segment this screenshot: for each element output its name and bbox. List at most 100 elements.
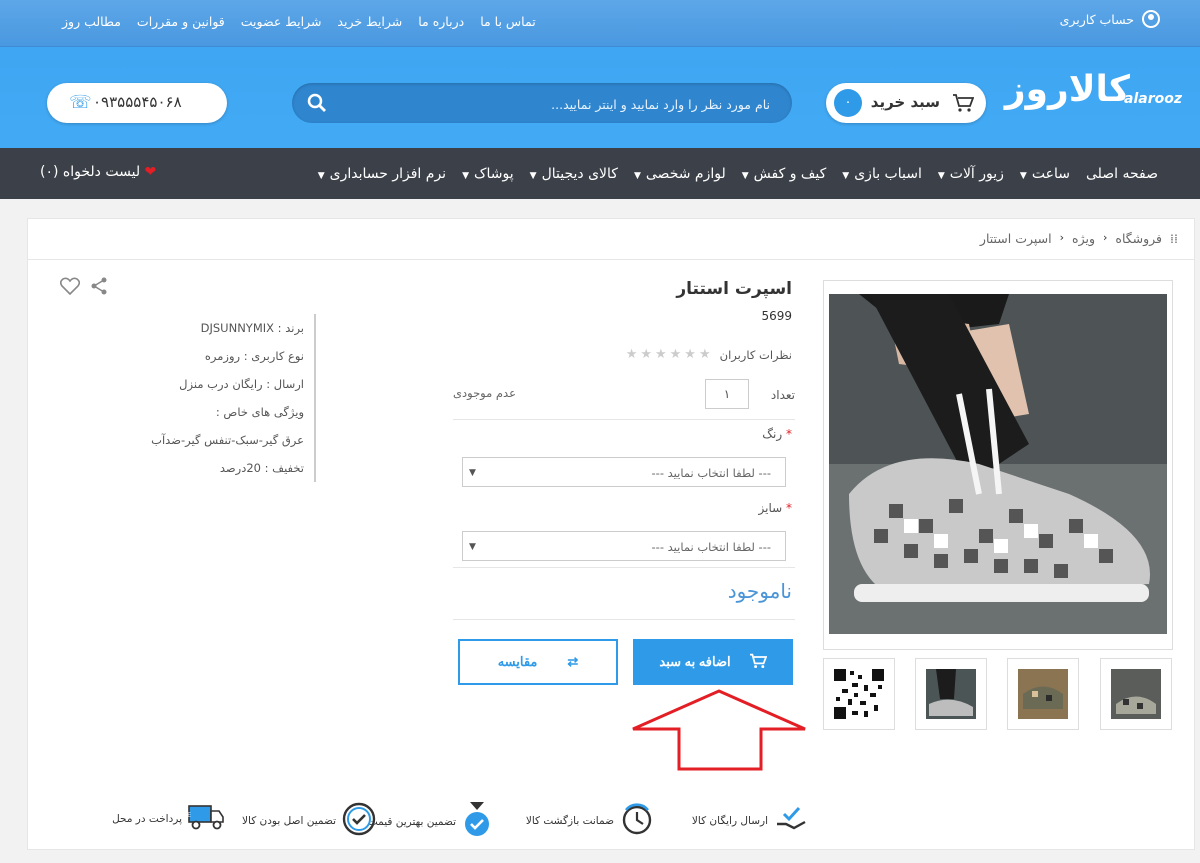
svg-text:FREE: FREE [188, 812, 191, 819]
chevron-down-icon: ▼ [1019, 170, 1027, 181]
account-label: حساب کاربری [1059, 11, 1134, 27]
rating-stars[interactable]: ★★★★★★ [626, 347, 714, 362]
color-select[interactable]: --- لطفا انتخاب نمایید --- ▼ [462, 457, 786, 487]
top-link-about[interactable]: درباره ما [418, 14, 464, 29]
guarantees-strip: ارسال رایگان کالا ضمانت بازگشت کالا تضمی… [28, 794, 1194, 844]
size-label: * سایز [758, 501, 793, 515]
breadcrumb-shop[interactable]: فروشگاه [1115, 231, 1162, 246]
color-label: * رنگ [762, 427, 792, 441]
availability-status: ناموجود [727, 579, 792, 603]
thumbnail-3[interactable] [915, 658, 987, 730]
swap-icon: ⇄ [567, 654, 579, 669]
add-to-cart-button[interactable]: اضافه به سبد [633, 639, 793, 685]
spec-features-label: ویژگی های خاص : [215, 405, 304, 419]
account-link[interactable]: حساب کاربری [1060, 10, 1160, 28]
share-actions [59, 277, 108, 299]
guarantee-best-price: تضمین بهترین قیمت [368, 802, 492, 841]
top-bar: تماس با ما درباره ما شرایط خرید شرایط عض… [0, 0, 1200, 47]
cart-button[interactable]: ۰ سبد خرید [826, 83, 986, 123]
spec-discount: تخفیف : 20درصد [219, 461, 304, 475]
truck-icon: FREE [176, 802, 224, 835]
chevron-down-icon: ▼ [317, 170, 325, 181]
quantity-row: تعداد ۱ عدم موجودی [453, 379, 795, 420]
divider [453, 619, 795, 620]
top-link-purchase-terms[interactable]: شرایط خرید [337, 14, 402, 29]
top-links: تماس با ما درباره ما شرایط خرید شرایط عض… [50, 14, 536, 29]
divider [453, 567, 795, 568]
phone-box[interactable]: ☏ ۰۹۳۵۵۵۴۵۰۶۸ [47, 83, 227, 123]
nav-item-personal[interactable]: لوازم شخصی▼ [634, 166, 726, 182]
thumbnail-qr[interactable] [823, 658, 895, 730]
phone-icon: ☏ [69, 92, 92, 113]
logo-mark: کالاروز [1004, 69, 1132, 110]
quantity-label: تعداد [770, 388, 795, 402]
chevron-down-icon: ▼ [469, 468, 476, 478]
top-link-contact[interactable]: تماس با ما [480, 14, 536, 29]
heart-icon: ❤ [144, 164, 157, 180]
clock-icon [620, 802, 654, 839]
search-icon[interactable] [306, 92, 328, 114]
reviews[interactable]: نظرات کاربران ★★★★★★ [626, 347, 792, 362]
cart-icon [749, 653, 767, 672]
product-photo[interactable] [829, 294, 1167, 634]
chevron-down-icon: ▼ [469, 542, 476, 552]
cart-icon [952, 93, 975, 118]
spec-usage: نوع کاربری : روزمره [204, 349, 304, 363]
nav-item-home[interactable]: صفحه اصلی [1086, 166, 1158, 182]
cart-label: سبد خرید [870, 93, 940, 111]
nav-item-clothing[interactable]: پوشاک▼ [462, 166, 514, 182]
cart-count-badge: ۰ [834, 89, 862, 117]
chevron-down-icon: ▼ [462, 170, 469, 181]
size-select[interactable]: --- لطفا انتخاب نمایید --- ▼ [462, 531, 786, 561]
spec-features: عرق گیر-سبک-تنفس گیر-ضدآب [151, 433, 304, 447]
nav-item-accounting-software[interactable]: نرم افزار حسابداری▼ [318, 166, 446, 182]
main-nav: صفحه اصلی ساعت▼ زیور آلات▼ اسباب بازی▼ ک… [0, 148, 1200, 199]
compare-button[interactable]: ⇄ مقایسه [458, 639, 618, 685]
guarantee-original: تضمین اصل بودن کالا [242, 802, 376, 839]
guarantee-return: ضمانت بازگشت کالا [526, 802, 654, 839]
red-arrow-annotation [632, 689, 806, 771]
breadcrumb-grip-icon: ⁞⁞ [1170, 231, 1178, 246]
chevron-down-icon: ▼ [741, 170, 749, 181]
chevron-down-icon: ▼ [842, 170, 850, 181]
thumbnail-2[interactable] [1007, 658, 1079, 730]
nav-item-watch[interactable]: ساعت▼ [1020, 166, 1070, 182]
nav-item-digital[interactable]: کالای دیجیتال▼ [530, 166, 618, 182]
chevron-left-icon: ‹ [1102, 231, 1108, 244]
nav-item-jewelry[interactable]: زیور آلات▼ [938, 166, 1004, 182]
check-circle-icon [342, 802, 376, 839]
breadcrumb-special[interactable]: ویژه [1072, 231, 1095, 246]
search-bar [292, 83, 792, 125]
chevron-left-icon: ‹ [1059, 231, 1065, 244]
spec-shipping: ارسال : رایگان درب منزل [179, 377, 304, 391]
product-code: 5699 [761, 309, 792, 323]
product-title: اسپرت استتار [676, 279, 792, 299]
site-logo[interactable]: کالاروز alarooz [1005, 69, 1182, 113]
thumbnail-1[interactable] [1100, 658, 1172, 730]
guarantee-free-shipping: ارسال رایگان کالا [692, 802, 808, 839]
product-image-frame [823, 280, 1173, 650]
header: کالاروز alarooz ۰ سبد خرید ☏ ۰۹۳۵۵۵۴۵۰۶۸ [0, 47, 1200, 148]
top-link-membership-terms[interactable]: شرایط عضویت [241, 14, 322, 29]
quantity-input[interactable]: ۱ [705, 379, 749, 409]
product-panel: ⁞⁞ فروشگاه ‹ ویژه ‹ اسپرت استتار اسپرت ا… [27, 218, 1195, 850]
heart-icon[interactable] [59, 277, 81, 299]
wishlist-link[interactable]: ❤ لیست دلخواه (۰) [40, 164, 156, 180]
share-icon[interactable] [90, 277, 108, 299]
user-icon [1142, 10, 1160, 28]
phone-number: ۰۹۳۵۵۵۴۵۰۶۸ [93, 93, 182, 111]
top-link-rules[interactable]: قوانین و مقررات [137, 14, 225, 29]
breadcrumb-current: اسپرت استتار [979, 231, 1052, 246]
guarantee-cod: FREE پرداخت در محل [112, 802, 224, 835]
chevron-down-icon: ▼ [529, 170, 537, 181]
nav-item-bags-shoes[interactable]: کیف و کفش▼ [742, 166, 827, 182]
search-input[interactable] [348, 83, 772, 125]
product-specs: برند : DJSUNNYMIX نوع کاربری : روزمره ار… [128, 314, 316, 482]
reviews-label: نظرات کاربران [719, 347, 792, 362]
nav-item-toys[interactable]: اسباب بازی▼ [842, 166, 922, 182]
spec-brand: برند : DJSUNNYMIX [200, 321, 304, 335]
top-link-blog[interactable]: مطالب روز [62, 14, 121, 29]
chevron-down-icon: ▼ [633, 170, 641, 181]
hand-check-icon [774, 802, 808, 839]
breadcrumb: ⁞⁞ فروشگاه ‹ ویژه ‹ اسپرت استتار [28, 219, 1194, 260]
